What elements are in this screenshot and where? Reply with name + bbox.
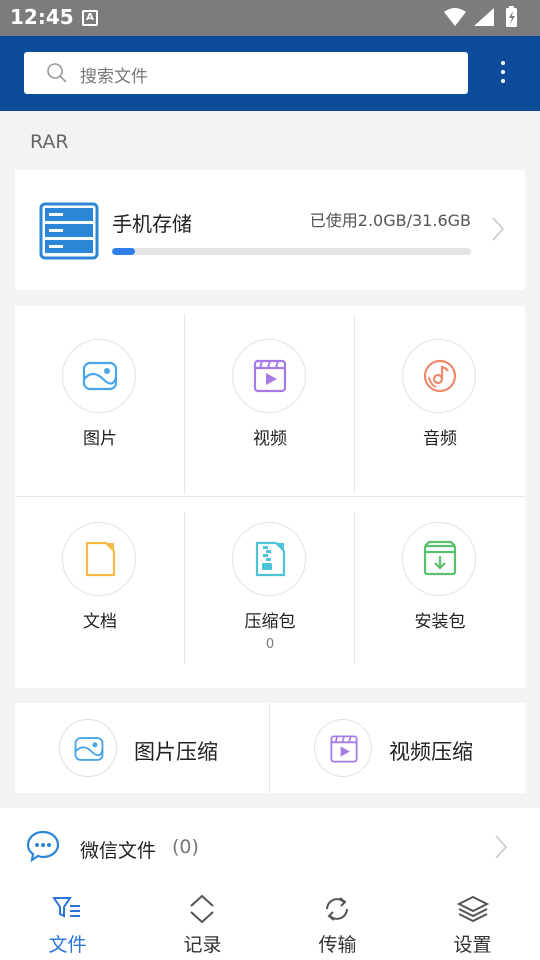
category-label: 图片 (83, 429, 117, 449)
category-apk[interactable]: 安装包 (355, 496, 525, 680)
nav-label: 设置 (453, 934, 492, 956)
more-menu-button[interactable] (492, 58, 514, 88)
compress-tools: 图片压缩 视频压缩 (15, 703, 525, 793)
image-compress-icon (74, 737, 104, 761)
storage-progress-fill (112, 248, 135, 255)
status-icons (444, 6, 517, 27)
category-label: 文档 (83, 612, 117, 632)
image-icon (82, 361, 118, 391)
search-icon (47, 63, 67, 83)
storage-used-text: 已使用2.0GB/31.6GB (309, 211, 471, 230)
nav-settings[interactable]: 设置 (405, 880, 540, 960)
file-filter-icon (52, 897, 80, 918)
category-archives[interactable]: 压缩包 0 (185, 496, 355, 680)
sync-icon (326, 897, 348, 921)
app-header: 搜索文件 (0, 36, 540, 111)
search-bar[interactable]: 搜索文件 (24, 52, 468, 94)
bottom-nav: 文件 记录 传输 设置 (0, 880, 540, 960)
category-label: 音频 (423, 429, 457, 449)
category-video[interactable]: 视频 (185, 306, 355, 490)
wifi-icon (444, 8, 466, 26)
notification-icon: A (82, 10, 98, 26)
video-icon (253, 359, 287, 393)
wechat-chat-icon (26, 830, 60, 862)
category-audio[interactable]: 音频 (355, 306, 525, 490)
phone-storage-card[interactable]: 手机存储 已使用2.0GB/31.6GB (15, 170, 525, 290)
nav-label: 记录 (183, 934, 222, 956)
zip-icon (255, 541, 286, 577)
nav-transfer[interactable]: 传输 (270, 880, 405, 960)
nav-records[interactable]: 记录 (135, 880, 270, 960)
category-grid: 图片 视频 音频 文档 压缩包 0 安装包 (15, 306, 525, 688)
storage-title: 手机存储 (112, 212, 192, 236)
compress-label: 图片压缩 (134, 740, 218, 764)
image-compress-button[interactable]: 图片压缩 (15, 703, 270, 793)
category-documents[interactable]: 文档 (15, 496, 185, 680)
compress-label: 视频压缩 (389, 740, 473, 764)
video-compress-button[interactable]: 视频压缩 (270, 703, 525, 793)
category-label: 视频 (253, 429, 287, 449)
chevron-right-icon (495, 835, 508, 859)
layers-icon (457, 895, 489, 923)
audio-icon (423, 359, 457, 393)
status-bar: 12:45 A (0, 0, 540, 36)
wechat-count: (0) (172, 836, 199, 858)
wechat-label: 微信文件 (80, 840, 157, 862)
updown-icon (190, 894, 214, 924)
nav-label: 传输 (318, 934, 357, 956)
document-icon (85, 541, 116, 577)
category-label: 安装包 (414, 612, 466, 632)
wechat-files-row[interactable]: 微信文件 (0) (0, 808, 540, 888)
more-vertical-icon (501, 61, 505, 65)
storage-progress-bar (112, 248, 471, 255)
nav-label: 文件 (48, 934, 87, 956)
video-compress-icon (330, 735, 358, 763)
category-images[interactable]: 图片 (15, 306, 185, 490)
search-placeholder: 搜索文件 (80, 67, 148, 87)
signal-icon (474, 8, 494, 26)
category-label: 压缩包 (244, 612, 296, 632)
nav-files[interactable]: 文件 (0, 880, 135, 960)
status-time: 12:45 (10, 5, 74, 29)
archive-count: 0 (265, 637, 275, 652)
apk-icon (423, 540, 457, 576)
storage-server-icon (39, 202, 99, 260)
chevron-right-icon (492, 217, 505, 241)
section-label: RAR (30, 131, 69, 153)
